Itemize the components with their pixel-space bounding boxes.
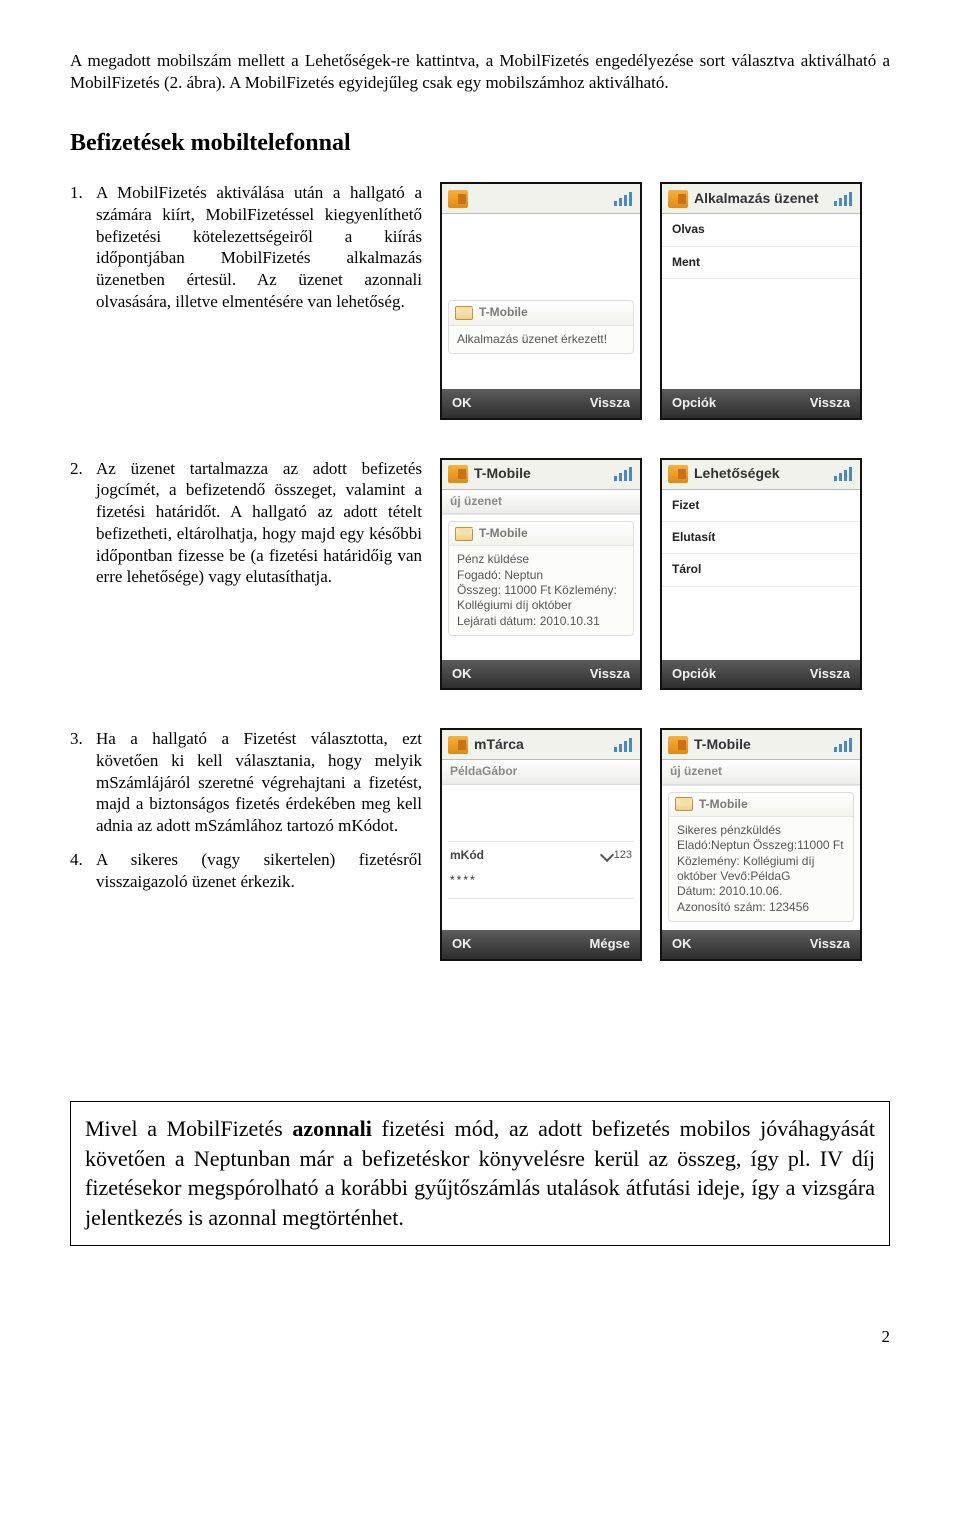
- list-item: 1. A MobilFizetés aktiválása után a hall…: [70, 182, 422, 313]
- list-item: 4. A sikeres (vagy sikertelen) fizetésrő…: [70, 849, 422, 893]
- phone-softkeys: OK Vissza: [662, 930, 860, 959]
- step-row-1: 1. A MobilFizetés aktiválása után a hall…: [70, 182, 890, 419]
- step-row-3: 3. Ha a hallgató a Fizetést választotta,…: [70, 728, 890, 961]
- softkey-left[interactable]: Opciók: [672, 666, 716, 683]
- message-card[interactable]: T-Mobile Sikeres pénzküldés Eladó:Neptun…: [668, 792, 854, 923]
- page-number: 2: [70, 1326, 890, 1348]
- step-body: A MobilFizetés aktiválása után a hallgat…: [96, 183, 422, 311]
- sim-icon: [448, 465, 468, 483]
- phone-screenshot: Lehetőségek Fizet Elutasít Tárol Opciók …: [660, 458, 862, 691]
- step-body: Ha a hallgató a Fizetést választotta, ez…: [96, 729, 422, 835]
- step-body: Az üzenet tartalmazza az adott befizetés…: [96, 459, 422, 587]
- step-row-2: 2. Az üzenet tartalmazza az adott befize…: [70, 458, 890, 691]
- list-number: 1.: [70, 182, 83, 204]
- signal-icon: [614, 467, 634, 481]
- sim-icon: [448, 736, 468, 754]
- input-mode-text: 123: [614, 848, 632, 862]
- card-title: T-Mobile: [479, 526, 528, 541]
- subheader-new-message: új üzenet: [662, 760, 860, 784]
- pencil-icon: [600, 848, 614, 862]
- password-field[interactable]: ****: [442, 869, 640, 898]
- list-item: 3. Ha a hallgató a Fizetést választotta,…: [70, 728, 422, 837]
- section-heading: Befizetések mobiltelefonnal: [70, 128, 890, 159]
- phone-screenshot: T-Mobile új üzenet T-Mobile Pénz küldése…: [440, 458, 642, 691]
- signal-icon: [834, 192, 854, 206]
- step-text-1: 1. A MobilFizetés aktiválása után a hall…: [70, 182, 422, 325]
- step-text-3: 3. Ha a hallgató a Fizetést választotta,…: [70, 728, 422, 904]
- menu-item-save[interactable]: Ment: [662, 247, 860, 279]
- signal-icon: [834, 738, 854, 752]
- menu-item-store[interactable]: Tárol: [662, 554, 860, 586]
- card-title: T-Mobile: [479, 305, 528, 320]
- note-box: Mivel a MobilFizetés azonnali fizetési m…: [70, 1101, 890, 1246]
- phone-statusbar: T-Mobile: [442, 460, 640, 490]
- list-item: 2. Az üzenet tartalmazza az adott befize…: [70, 458, 422, 589]
- signal-icon: [614, 738, 634, 752]
- input-label: mKód: [450, 848, 484, 863]
- softkey-left[interactable]: OK: [452, 395, 472, 412]
- softkey-left[interactable]: OK: [672, 936, 692, 953]
- phone-statusbar: mTárca: [442, 730, 640, 760]
- envelope-icon: [455, 527, 473, 541]
- menu-item-reject[interactable]: Elutasít: [662, 522, 860, 554]
- signal-icon: [834, 467, 854, 481]
- card-body: Pénz küldése Fogadó: Neptun Összeg: 1100…: [449, 546, 633, 635]
- note-bold: azonnali: [292, 1116, 371, 1141]
- sim-icon: [668, 190, 688, 208]
- phone-title: Alkalmazás üzenet: [694, 190, 828, 208]
- phone-softkeys: Opciók Vissza: [662, 660, 860, 689]
- softkey-left[interactable]: OK: [452, 936, 472, 953]
- phone-title: Lehetőségek: [694, 465, 828, 483]
- message-card[interactable]: T-Mobile Alkalmazás üzenet érkezett!: [448, 300, 634, 354]
- phone-statusbar: [442, 184, 640, 214]
- list-number: 2.: [70, 458, 83, 480]
- envelope-icon: [455, 306, 473, 320]
- list-number: 4.: [70, 849, 83, 871]
- card-body: Sikeres pénzküldés Eladó:Neptun Összeg:1…: [669, 817, 853, 921]
- phone-screenshot: T-Mobile Alkalmazás üzenet érkezett! OK …: [440, 182, 642, 419]
- softkey-right[interactable]: Mégse: [590, 936, 630, 953]
- envelope-icon: [675, 797, 693, 811]
- card-title: T-Mobile: [699, 797, 748, 812]
- phone-screenshot: Alkalmazás üzenet Olvas Ment Opciók Viss…: [660, 182, 862, 419]
- phone-softkeys: OK Vissza: [442, 660, 640, 689]
- sim-icon: [668, 465, 688, 483]
- phone-title: mTárca: [474, 736, 608, 754]
- note-text-pre: Mivel a MobilFizetés: [85, 1116, 292, 1141]
- input-mode-indicator: 123: [602, 848, 632, 862]
- account-name: PéldaGábor: [442, 760, 640, 784]
- card-body: Alkalmazás üzenet érkezett!: [449, 326, 633, 353]
- softkey-right[interactable]: Vissza: [810, 666, 850, 683]
- step-text-2: 2. Az üzenet tartalmazza az adott befize…: [70, 458, 422, 601]
- phone-softkeys: OK Vissza: [442, 389, 640, 418]
- message-card[interactable]: T-Mobile Pénz küldése Fogadó: Neptun Öss…: [448, 521, 634, 636]
- step-body: A sikeres (vagy sikertelen) fizetésről v…: [96, 850, 422, 891]
- softkey-left[interactable]: OK: [452, 666, 472, 683]
- sim-icon: [668, 736, 688, 754]
- mkod-input-row[interactable]: mKód 123: [442, 842, 640, 869]
- softkey-right[interactable]: Vissza: [810, 395, 850, 412]
- phone-title: T-Mobile: [474, 465, 608, 483]
- menu-item-pay[interactable]: Fizet: [662, 490, 860, 522]
- signal-icon: [614, 192, 634, 206]
- softkey-right[interactable]: Vissza: [810, 936, 850, 953]
- subheader-new-message: új üzenet: [442, 490, 640, 514]
- phone-softkeys: OK Mégse: [442, 930, 640, 959]
- menu-item-read[interactable]: Olvas: [662, 214, 860, 246]
- softkey-left[interactable]: Opciók: [672, 395, 716, 412]
- phone-title: T-Mobile: [694, 736, 828, 754]
- phone-screenshot: T-Mobile új üzenet T-Mobile Sikeres pénz…: [660, 728, 862, 961]
- list-number: 3.: [70, 728, 83, 750]
- sim-icon: [448, 190, 468, 208]
- softkey-right[interactable]: Vissza: [590, 395, 630, 412]
- phone-statusbar: Alkalmazás üzenet: [662, 184, 860, 214]
- intro-paragraph: A megadott mobilszám mellett a Lehetőség…: [70, 50, 890, 94]
- phone-statusbar: Lehetőségek: [662, 460, 860, 490]
- softkey-right[interactable]: Vissza: [590, 666, 630, 683]
- phone-softkeys: Opciók Vissza: [662, 389, 860, 418]
- phone-statusbar: T-Mobile: [662, 730, 860, 760]
- phone-screenshot: mTárca PéldaGábor mKód 123 ****: [440, 728, 642, 961]
